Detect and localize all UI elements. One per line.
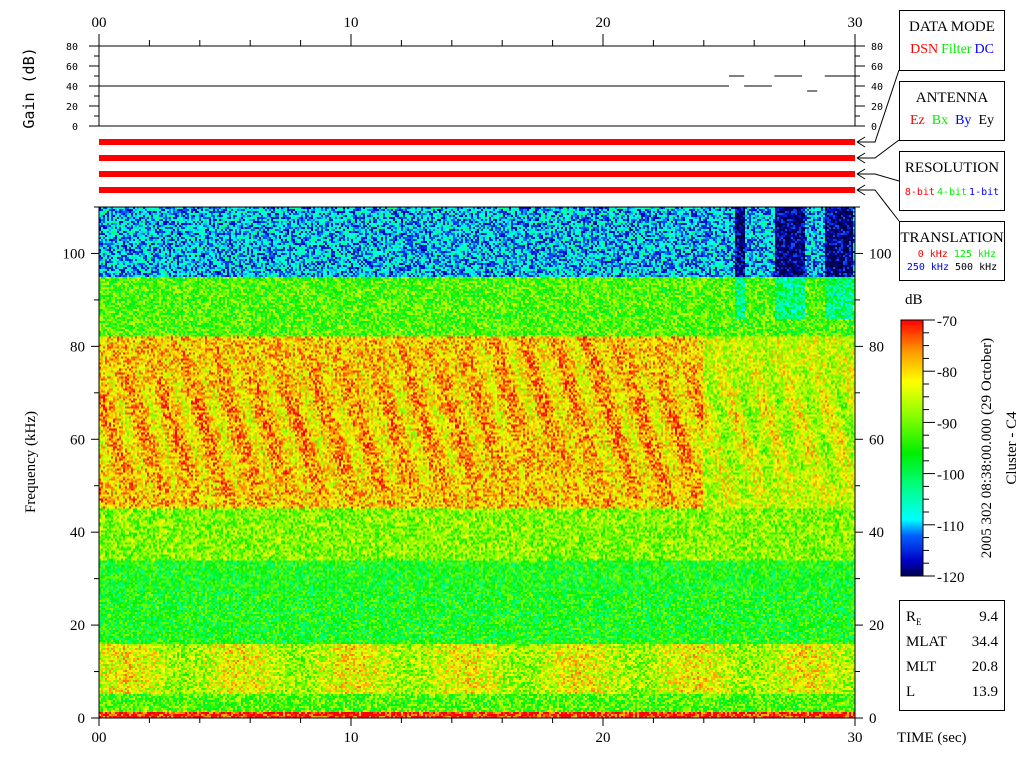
colorbar-tick-label: -100 <box>937 468 965 484</box>
y-tick-label: 100 <box>63 246 86 262</box>
colorbar-tick-label: -110 <box>937 519 964 535</box>
info-value: 9.4 <box>979 609 998 625</box>
resolution-title: RESOLUTION <box>904 160 1000 176</box>
status-connector-arrow <box>856 184 900 222</box>
top-x-tick-label: 10 <box>344 15 359 31</box>
gain-y-tick-label: 80 <box>66 42 78 53</box>
legend-filter: Filter <box>941 42 972 57</box>
gain-y-tick-label-right: 20 <box>871 102 883 113</box>
translation-legend: TRANSLATION 0 kHz 125 kHz 250 kHz 500 kH… <box>899 221 1005 281</box>
legend-500khz: 500 kHz <box>955 262 998 273</box>
legend-4bit: 4-bit <box>936 187 968 198</box>
orbit-info-panel: RE 9.4 MLAT 34.4 MLT 20.8 L 13.9 <box>899 600 1005 711</box>
data-mode-legend: DATA MODE DSN Filter DC <box>899 10 1005 71</box>
info-row-mlat: MLAT 34.4 <box>906 630 998 655</box>
info-row-mlt: MLT 20.8 <box>906 655 998 680</box>
status-bar <box>99 171 855 177</box>
translation-title: TRANSLATION <box>900 230 1004 246</box>
status-bar <box>99 187 855 193</box>
info-label-sub: E <box>916 617 922 627</box>
colorbar-tick-label: -90 <box>937 416 957 432</box>
y-tick-label-right: 80 <box>869 339 884 355</box>
colorbar-tick-label: -120 <box>937 570 965 586</box>
gain-y-tick-label: 0 <box>72 122 78 133</box>
legend-1bit: 1-bit <box>969 187 1000 198</box>
legend-by: By <box>955 113 972 128</box>
y-tick-label: 0 <box>78 711 86 727</box>
top-x-tick-label: 00 <box>92 15 107 31</box>
gain-y-tick-label-right: 40 <box>871 82 883 93</box>
status-connector-arrow <box>856 139 900 164</box>
colorbar-tick-label: -70 <box>937 314 957 330</box>
y-tick-label-right: 60 <box>869 432 884 448</box>
plot-frame <box>98 206 856 719</box>
gain-y-tick-label-right: 0 <box>871 122 877 133</box>
gain-y-tick-label: 40 <box>66 82 78 93</box>
info-label: MLT <box>906 659 937 675</box>
colorbar-tick-label: -80 <box>937 365 957 381</box>
legend-dsn: DSN <box>910 42 939 57</box>
y-tick-label: 80 <box>70 339 85 355</box>
y-tick-label: 20 <box>70 618 85 634</box>
x-tick-label: 00 <box>92 730 107 746</box>
x-tick-label: 20 <box>596 730 611 746</box>
legend-250khz: 250 kHz <box>906 262 949 273</box>
y-tick-label-right: 0 <box>869 711 877 727</box>
side-caption-spacecraft: Cluster - C4 <box>1004 411 1020 485</box>
info-label: L <box>906 684 916 700</box>
info-value: 13.9 <box>971 684 998 700</box>
status-bar <box>99 155 855 161</box>
info-value: 34.4 <box>971 634 998 650</box>
antenna-legend: ANTENNA Ez Bx By Ey <box>899 81 1005 141</box>
gain-y-tick-label-right: 80 <box>871 42 883 53</box>
y-tick-label-right: 100 <box>869 246 892 262</box>
status-bar <box>99 139 855 145</box>
info-label: R <box>906 609 917 625</box>
legend-8bit: 8-bit <box>904 187 935 198</box>
info-value: 20.8 <box>971 659 998 675</box>
info-label: MLAT <box>906 634 947 650</box>
info-row-re: RE 9.4 <box>906 605 998 630</box>
x-tick-label: 10 <box>344 730 359 746</box>
data-mode-title: DATA MODE <box>909 19 995 35</box>
gain-y-tick-label: 20 <box>66 102 78 113</box>
legend-bx: Bx <box>931 113 949 128</box>
x-axis-label: TIME (sec) <box>897 730 967 746</box>
legend-ey: Ey <box>978 113 994 128</box>
y-tick-label-right: 40 <box>869 525 884 541</box>
gain-axis-label: Gain (dB) <box>20 47 38 128</box>
x-tick-label: 30 <box>848 730 863 746</box>
y-tick-label-right: 20 <box>869 618 884 634</box>
chart-axes: 00001010202030300 020 2040 4060 6080 80100 100… <box>20 15 1020 746</box>
gain-y-tick-label: 60 <box>66 62 78 73</box>
gain-y-tick-label-right: 60 <box>871 62 883 73</box>
legend-ez: Ez <box>909 113 925 128</box>
info-row-l: L 13.9 <box>906 680 998 705</box>
y-axis-label: Frequency (kHz) <box>23 411 39 513</box>
antenna-title: ANTENNA <box>915 90 989 106</box>
top-x-tick-label: 20 <box>596 15 611 31</box>
status-connector-arrow <box>856 168 900 182</box>
y-tick-label: 60 <box>70 432 85 448</box>
resolution-legend: RESOLUTION 8-bit 4-bit 1-bit <box>899 151 1005 211</box>
legend-dc: DC <box>974 42 994 57</box>
side-caption-date: 2005 302 08:38:00.000 (29 October) <box>979 338 995 558</box>
top-x-tick-label: 30 <box>848 15 863 31</box>
colorbar-label: dB <box>905 292 923 308</box>
legend-125khz: 125 kHz <box>953 249 996 260</box>
legend-0khz: 0 kHz <box>917 249 948 260</box>
colorbar <box>900 319 924 577</box>
y-tick-label: 40 <box>70 525 85 541</box>
